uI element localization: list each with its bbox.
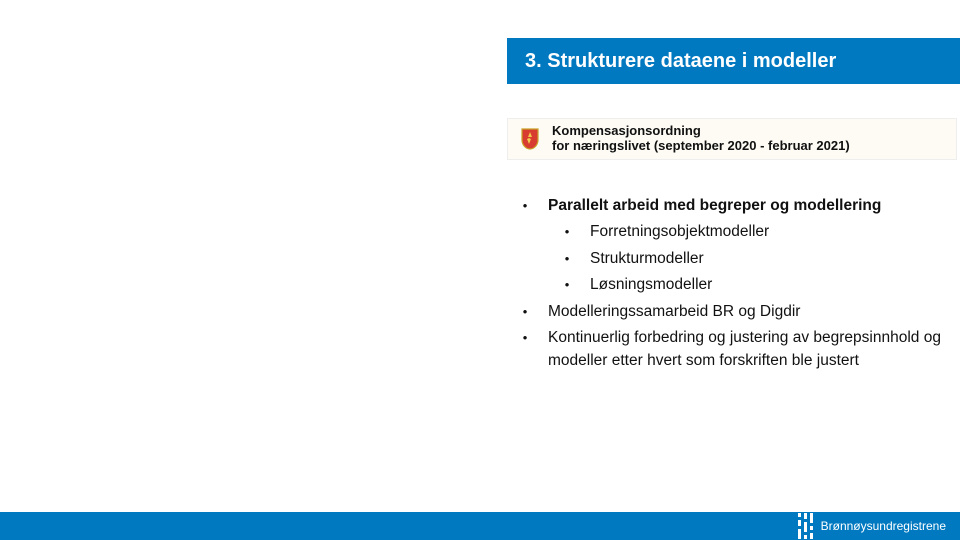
diagram-connector	[142, 30, 143, 60]
diagram-connector	[314, 402, 346, 403]
diagram-pane	[6, 0, 84, 198]
bullet-item: • Kontinuerlig forbedring og justering av…	[520, 327, 950, 372]
bullet-text: Løsningsmodeller	[590, 274, 950, 296]
bullet-list: • Parallelt arbeid med begreper og modell…	[520, 195, 950, 376]
bullet-item: • Parallelt arbeid med begreper og modell…	[520, 195, 950, 217]
data-entity-box: avsadministratforkommunal Telefonbesok […	[342, 275, 512, 337]
bullet-text: Kontinuerlig forbedring og justering av …	[548, 327, 950, 372]
bullet-dot-icon: •	[562, 221, 572, 243]
bullet-text: Strukturmodeller	[590, 248, 950, 270]
bullet-dot-icon: •	[562, 274, 572, 296]
diagram-connector	[260, 484, 261, 496]
uml-class-box: Klassifikasjonsregel« samme testklasse .…	[106, 120, 182, 144]
bullet-item: • Løsningsmodeller	[562, 274, 950, 296]
bullet-dot-icon: •	[562, 248, 572, 270]
uml-class-box: Klassifikasjonsregel« av aksellast .. »	[106, 152, 182, 172]
bullet-item: • Strukturmodeller	[562, 248, 950, 270]
footer-brand: Brønnøysundregistrene	[821, 519, 946, 533]
diagram-pane	[396, 0, 470, 198]
banner-text: Kompensasjonsordning for næringslivet (s…	[552, 124, 850, 154]
bullet-text: Modelleringssamarbeid BR og Digdir	[548, 301, 950, 323]
banner-line1: Kompensasjonsordning	[552, 123, 701, 138]
diagram-connector	[142, 86, 143, 118]
uml-class-box: AvsetningTilsammen	[14, 178, 74, 200]
bullet-text: Parallelt arbeid med begreper og modelle…	[548, 195, 950, 217]
bullet-text: Forretningsobjektmodeller	[590, 221, 950, 243]
bullet-dot-icon: •	[520, 195, 530, 217]
uml-class-box: Klassifikasjon« foretningsfall (basert) …	[232, 62, 296, 84]
data-entity-box: post6300.elekuleake Belep [0..1]post6340…	[168, 395, 336, 483]
data-entity-box: gjennomsnittligOrdinaerResultatForSkattR…	[8, 395, 158, 441]
diagram-connector	[156, 402, 166, 403]
brreg-logo-icon	[798, 513, 813, 539]
data-entity-box: forestoretteMelddiFuldonstran Boolean [1…	[348, 395, 522, 517]
uml-class-box: KlassifikasjonOrdinaer totalkost for ska…	[232, 90, 296, 112]
diagram-pane	[84, 0, 204, 198]
uml-class-box: Klassifikasjonssystem	[12, 10, 76, 30]
data-entity-box: FasteUunngaageligeKostnader	[168, 380, 336, 396]
data-entity-box: Seknad	[342, 260, 512, 276]
uml-class-box: Klassifikasjon« nummerert »	[232, 11, 296, 31]
diagram-pane	[308, 0, 396, 198]
norway-coat-of-arms-icon	[518, 127, 542, 151]
bullet-item: • Modelleringssamarbeid BR og Digdir	[520, 301, 950, 323]
diagram-connector	[262, 84, 263, 92]
data-entity-box: Beregningsforannsing	[90, 260, 312, 276]
diagram-connector	[262, 30, 263, 60]
data-entity-box: OrdinaerResultatForSkatt	[8, 380, 158, 396]
bullet-item: • Forretningsobjektmodeller	[562, 221, 950, 243]
uml-class-box: SisteRask tilbakeblikk melding	[403, 8, 467, 30]
title-bar: 3. Strukturere dataene i modeller	[507, 38, 960, 84]
banner-line2: for næringslivet (september 2020 - febru…	[552, 138, 850, 153]
diagram-pane	[204, 0, 308, 198]
uml-class-box: Avsetningsregel« avregning (basert..) fr…	[106, 62, 182, 86]
diagram-connector	[46, 30, 47, 64]
slide-title: 3. Strukturere dataene i modeller	[525, 50, 836, 73]
scheme-banner: Kompensasjonsordning for næringslivet (s…	[507, 118, 957, 160]
uml-class-box: Tilstand skal hentet .Omsetningsfallperi…	[314, 38, 386, 156]
uml-class-box: BeregningBeregning (basert)	[14, 64, 74, 88]
diagram-connector	[296, 100, 314, 101]
uml-class-box: AvsetningsregelKompensasjon utvidet	[106, 12, 182, 30]
footer-bar: Brønnøysundregistrene	[0, 512, 960, 540]
data-entity-box: avikling/Tilbakelbetaling Belep [0..1]av…	[90, 275, 312, 317]
bullet-dot-icon: •	[520, 301, 530, 323]
diagram-connector	[180, 72, 230, 73]
diagram-connector	[46, 88, 47, 176]
bullet-dot-icon: •	[520, 327, 530, 349]
data-entity-box: Søker	[348, 380, 522, 396]
